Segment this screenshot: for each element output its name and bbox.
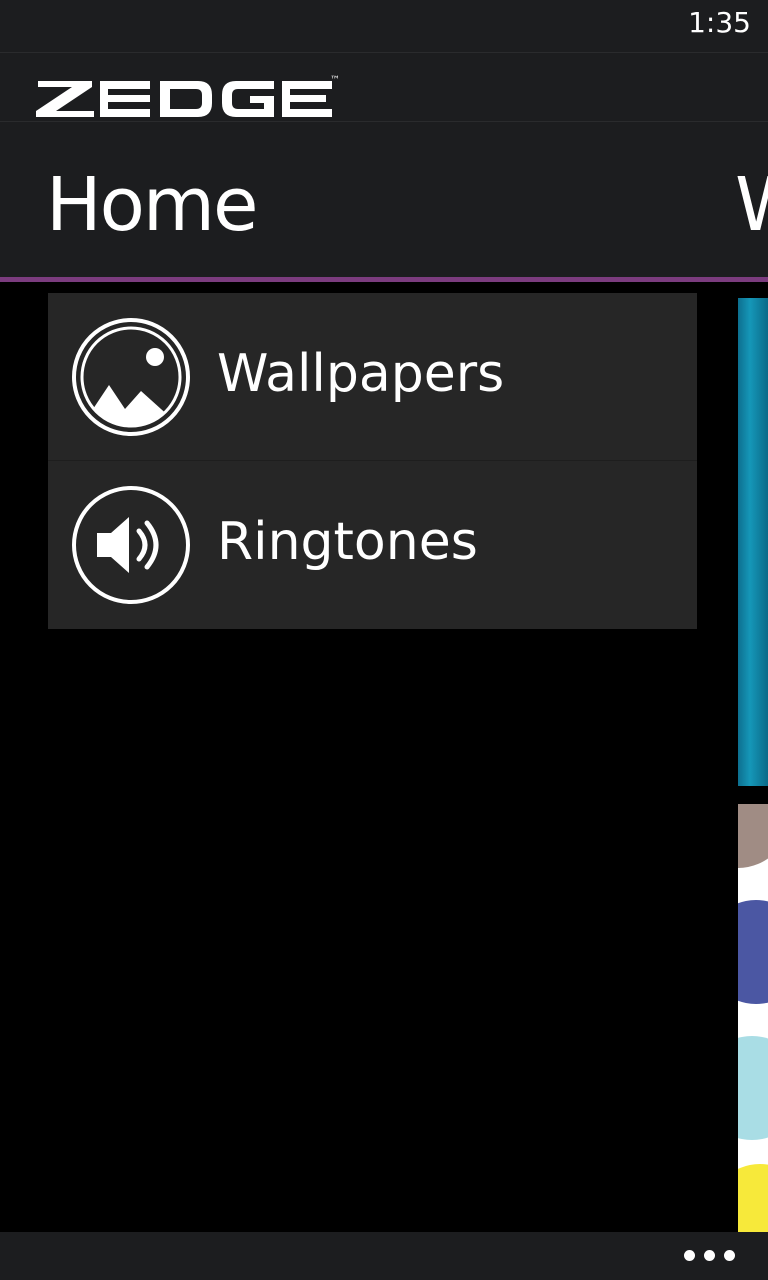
more-dot [704, 1250, 715, 1261]
menu-label-ringtones: Ringtones [217, 512, 478, 572]
preview-dot [738, 900, 768, 1004]
pivot-title-next[interactable]: W [735, 160, 768, 250]
preview-dot [738, 804, 768, 868]
preview-dot [738, 1036, 768, 1140]
status-bar: 1:35 [0, 0, 768, 52]
menu-item-ringtones[interactable]: Ringtones [48, 461, 697, 628]
home-menu: Wallpapers Ringtones [48, 293, 697, 629]
next-page-preview-image[interactable] [738, 298, 768, 786]
pivot-title-home[interactable]: Home [46, 160, 259, 250]
status-time: 1:35 [688, 6, 751, 39]
more-dot [724, 1250, 735, 1261]
more-ellipsis-icon[interactable] [682, 1242, 738, 1270]
screen: 1:35 ™ Home Wallpapers Ringtones [0, 0, 768, 1280]
wallpaper-icon [72, 318, 190, 436]
app-header: ™ [0, 52, 768, 122]
pivot-accent-line [0, 277, 768, 282]
logo-trademark: ™ [330, 75, 340, 86]
app-bar [0, 1232, 768, 1280]
more-dot [684, 1250, 695, 1261]
speaker-icon [72, 486, 190, 604]
menu-item-wallpapers[interactable]: Wallpapers [48, 293, 697, 461]
next-page-preview-dots[interactable] [738, 804, 768, 1232]
menu-label-wallpapers: Wallpapers [217, 344, 505, 404]
preview-dot [738, 1164, 768, 1232]
zedge-logo [36, 81, 332, 117]
